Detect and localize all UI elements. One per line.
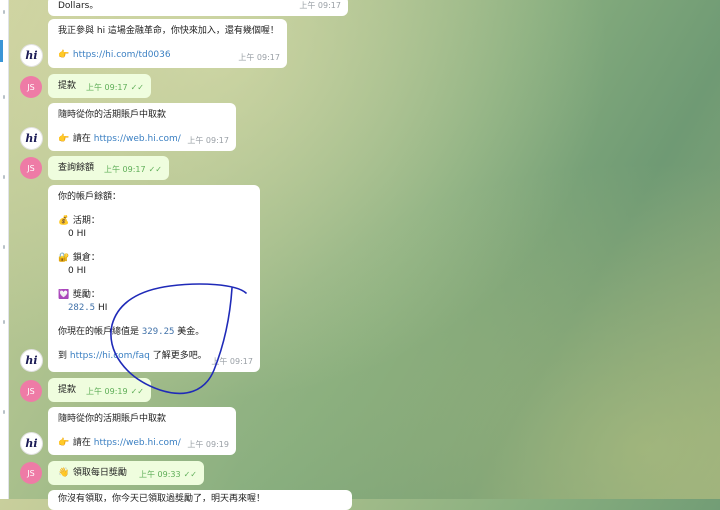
edge-mark [3, 95, 5, 99]
message-text: 隨時從你的活期賬戶中取款 [58, 110, 167, 120]
user-avatar[interactable]: JS [20, 462, 42, 484]
user-message[interactable]: 提款 上午 09:17 ✓✓ [48, 74, 151, 98]
pointing-hand-icon: 👉 [58, 134, 70, 144]
read-checkmarks-icon: ✓✓ [130, 83, 144, 92]
locked-account-label: 鎖倉： [72, 253, 100, 263]
web-app-link[interactable]: https://web.hi.com/ [94, 438, 181, 448]
bot-message[interactable]: Dollars。 上午 09:17 [48, 0, 348, 16]
user-avatar[interactable]: JS [20, 157, 42, 179]
hi-logo-icon: hi [25, 437, 38, 450]
edge-mark [3, 410, 5, 414]
message-text: 你沒有領取，你今天已領取過獎勵了，明天再來喔！ [58, 494, 266, 504]
message-time: 上午 09:17 [238, 53, 280, 62]
faq-suffix: 了解更多吧。 [152, 351, 207, 361]
bot-avatar[interactable]: hi [20, 127, 43, 150]
message-text: Dollars。 [58, 1, 99, 11]
avatar-initials: JS [27, 82, 35, 92]
read-checkmarks-icon: ✓✓ [183, 470, 197, 479]
balance-message[interactable]: 你的帳戶餘額： 💰 活期： 0 HI 🔐 鎖倉： 0 HI 💟 獎勵： 282.… [48, 185, 260, 372]
edge-mark [3, 10, 5, 14]
heart-decoration-icon: 💟 [58, 290, 70, 300]
pointing-hand-icon: 👉 [58, 438, 70, 448]
bot-avatar[interactable]: hi [20, 349, 43, 372]
waving-hand-icon: 👋 [58, 468, 70, 478]
time-label: 上午 09:17 [103, 165, 146, 174]
lock-key-icon: 🔐 [58, 253, 70, 263]
user-avatar[interactable]: JS [20, 380, 42, 402]
reward-amount: 282.5 [68, 303, 96, 313]
balance-header: 你的帳戶餘額： [58, 192, 122, 202]
reward-unit: HI [95, 303, 108, 313]
edge-mark [3, 320, 5, 324]
faq-link[interactable]: https://hi.com/faq [70, 351, 150, 361]
message-text: 隨時從你的活期賬戶中取款 [58, 414, 167, 424]
current-account-label: 活期： [72, 216, 100, 226]
time-label: 上午 09:33 [138, 470, 181, 479]
message-time: 上午 09:33 ✓✓ [139, 468, 197, 481]
message-time: 上午 09:19 [187, 440, 229, 449]
bot-avatar[interactable]: hi [20, 432, 43, 455]
edge-mark [3, 175, 5, 179]
message-time: 上午 09:17 [187, 136, 229, 145]
web-app-link[interactable]: https://web.hi.com/ [94, 134, 181, 144]
user-message[interactable]: 查詢餘額 上午 09:17 ✓✓ [48, 156, 169, 180]
hi-logo-icon: hi [25, 354, 38, 367]
bot-message[interactable]: 隨時從你的活期賬戶中取款 👉 請在 https://web.hi.com/ 上午… [48, 407, 236, 455]
avatar-initials: JS [27, 163, 35, 173]
edge-mark [3, 245, 5, 249]
read-checkmarks-icon: ✓✓ [148, 165, 162, 174]
time-label: 上午 09:19 [85, 387, 128, 396]
user-message[interactable]: 提款 上午 09:19 ✓✓ [48, 378, 151, 402]
active-chat-indicator [0, 40, 3, 62]
faq-prefix: 到 [58, 351, 68, 361]
referral-link[interactable]: https://hi.com/td0036 [73, 50, 171, 60]
total-suffix: 美金。 [177, 327, 205, 337]
message-text: 請在 [72, 438, 91, 448]
message-time: 上午 09:17 [211, 357, 253, 366]
time-label: 上午 09:17 [85, 83, 128, 92]
money-bag-icon: 💰 [58, 216, 70, 226]
bot-message[interactable]: 你沒有領取，你今天已領取過獎勵了，明天再來喔！ [48, 490, 352, 510]
user-avatar[interactable]: JS [20, 76, 42, 98]
bot-message[interactable]: 隨時從你的活期賬戶中取款 👉 請在 https://web.hi.com/ 上午… [48, 103, 236, 151]
read-checkmarks-icon: ✓✓ [130, 387, 144, 396]
reward-value: 282.5 HI [58, 302, 252, 315]
message-time: 上午 09:19 ✓✓ [86, 385, 144, 398]
message-text: 請在 [72, 134, 91, 144]
reward-label: 獎勵： [72, 290, 100, 300]
user-message[interactable]: 👋 領取每日獎勵 上午 09:33 ✓✓ [48, 461, 204, 485]
message-time: 上午 09:17 ✓✓ [104, 163, 162, 176]
bot-avatar[interactable]: hi [20, 44, 43, 67]
bot-message[interactable]: 我正參與 hi 這場金融革命，你快來加入，還有幾個喔！ 👉 https://hi… [48, 19, 287, 68]
message-text: 領取每日獎勵 [72, 468, 127, 478]
chat-list-edge [0, 0, 9, 499]
message-text: 我正參與 hi 這場金融革命，你快來加入，還有幾個喔！ [58, 26, 279, 36]
message-time: 上午 09:17 ✓✓ [86, 81, 144, 94]
hi-logo-icon: hi [25, 132, 38, 145]
current-account-value: 0 HI [68, 229, 87, 239]
avatar-initials: JS [27, 468, 35, 478]
message-time: 上午 09:17 [299, 1, 341, 10]
pointing-hand-icon: 👉 [58, 50, 70, 60]
hi-logo-icon: hi [25, 49, 38, 62]
total-value-line: 你現在的帳戶總值是 329.25 美金。 [58, 326, 252, 339]
total-value: 329.25 [141, 327, 175, 337]
locked-account-value: 0 HI [68, 266, 87, 276]
total-prefix: 你現在的帳戶總值是 [58, 327, 140, 337]
avatar-initials: JS [27, 386, 35, 396]
